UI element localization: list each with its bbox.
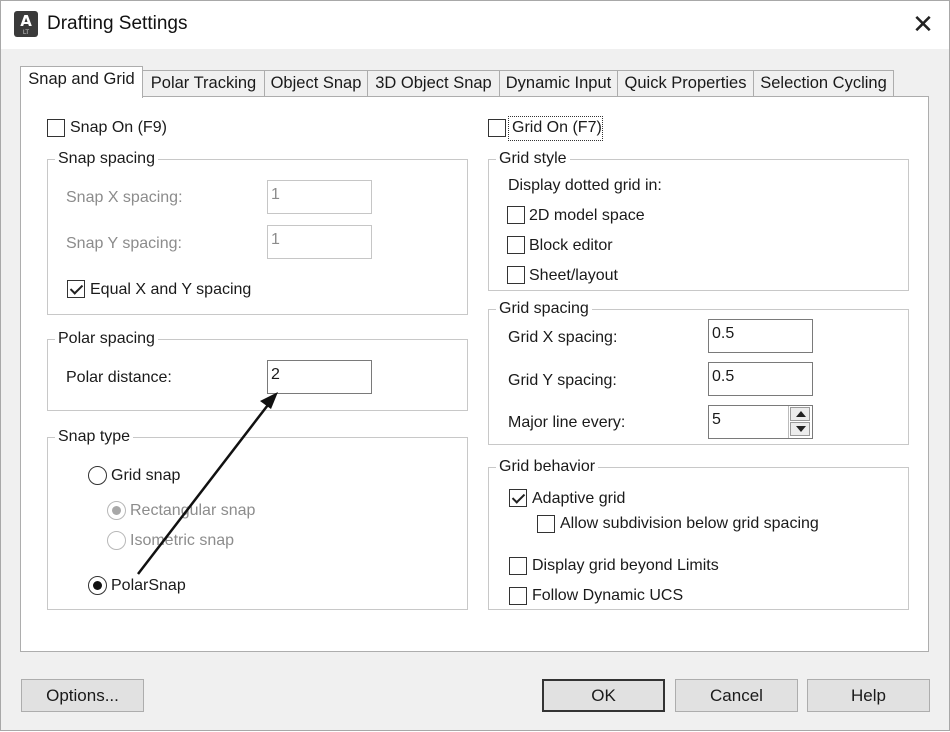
tab-polar-tracking[interactable]: Polar Tracking (142, 70, 265, 97)
follow-ucs-checkbox[interactable] (509, 587, 527, 605)
title-bar: A LT Drafting Settings ✕ (1, 1, 949, 49)
polar-distance-label: Polar distance: (66, 369, 172, 386)
close-icon[interactable]: ✕ (907, 9, 939, 41)
model-space-checkbox[interactable] (507, 206, 525, 224)
major-line-value: 5 (712, 411, 721, 428)
tab-selection-cycling[interactable]: Selection Cycling (753, 70, 894, 97)
subdivision-label: Allow subdivision below grid spacing (560, 515, 819, 532)
isometric-snap-radio[interactable] (107, 531, 126, 550)
polar-spacing-group: Polar spacing Polar distance: 2 (47, 329, 468, 411)
block-editor-label: Block editor (529, 237, 613, 254)
grid-y-input[interactable]: 0.5 (708, 362, 813, 396)
snap-on-label: Snap On (F9) (70, 119, 167, 136)
snap-y-label: Snap Y spacing: (66, 235, 182, 252)
grid-snap-label: Grid snap (111, 467, 181, 484)
arrow-up-icon (796, 411, 806, 417)
major-line-label: Major line every: (508, 414, 626, 431)
tab-object-snap[interactable]: Object Snap (264, 70, 368, 97)
model-space-label: 2D model space (529, 207, 645, 224)
cancel-button[interactable]: Cancel (675, 679, 798, 712)
isometric-snap-label: Isometric snap (130, 532, 235, 549)
drafting-settings-dialog: A LT Drafting Settings ✕ Snap and Grid Po… (0, 0, 950, 731)
grid-x-input[interactable]: 0.5 (708, 319, 813, 353)
snap-and-grid-page: Snap On (F9) Grid On (F7) Snap spacing S… (20, 96, 929, 652)
major-line-spinner (788, 406, 812, 438)
sheet-layout-label: Sheet/layout (529, 267, 618, 284)
tab-snap-and-grid[interactable]: Snap and Grid (20, 66, 143, 98)
spin-down-button[interactable] (790, 422, 810, 436)
sheet-layout-checkbox[interactable] (507, 266, 525, 284)
grid-behavior-group: Grid behavior Adaptive grid Allow subdiv… (488, 457, 909, 610)
tab-3d-object-snap[interactable]: 3D Object Snap (367, 70, 500, 97)
snap-x-input[interactable]: 1 (267, 180, 372, 214)
tab-quick-properties[interactable]: Quick Properties (617, 70, 754, 97)
follow-ucs-label: Follow Dynamic UCS (532, 587, 684, 604)
beyond-limits-label: Display grid beyond Limits (532, 557, 719, 574)
spin-up-button[interactable] (790, 407, 810, 421)
grid-style-caption: Display dotted grid in: (508, 177, 662, 194)
block-editor-checkbox[interactable] (507, 236, 525, 254)
grid-x-label: Grid X spacing: (508, 329, 618, 346)
beyond-limits-checkbox[interactable] (509, 557, 527, 575)
snap-on-checkbox[interactable] (47, 119, 65, 137)
snap-y-input[interactable]: 1 (267, 225, 372, 259)
grid-on-checkbox[interactable] (488, 119, 506, 137)
adaptive-grid-checkbox[interactable] (509, 489, 527, 507)
subdivision-checkbox[interactable] (537, 515, 555, 533)
snap-type-group: Snap type Grid snap Rectangular snap Iso… (47, 427, 468, 610)
window-title: Drafting Settings (47, 13, 188, 34)
polar-distance-input[interactable]: 2 (267, 360, 372, 394)
ok-button[interactable]: OK (542, 679, 665, 712)
snap-type-title: Snap type (55, 427, 134, 447)
tab-dynamic-input[interactable]: Dynamic Input (499, 70, 618, 97)
polar-spacing-title: Polar spacing (55, 329, 158, 349)
snap-spacing-group: Snap spacing Snap X spacing: 1 Snap Y sp… (47, 149, 468, 315)
grid-behavior-title: Grid behavior (496, 457, 599, 477)
grid-on-label: Grid On (F7) (512, 119, 602, 136)
equal-xy-checkbox[interactable] (67, 280, 85, 298)
help-button[interactable]: Help (807, 679, 930, 712)
rectangular-snap-radio[interactable] (107, 501, 126, 520)
grid-style-group: Grid style Display dotted grid in: 2D mo… (488, 149, 909, 291)
grid-style-title: Grid style (496, 149, 570, 169)
major-line-input[interactable]: 5 (708, 405, 813, 439)
grid-snap-radio[interactable] (88, 466, 107, 485)
equal-xy-label: Equal X and Y spacing (90, 281, 252, 298)
snap-spacing-title: Snap spacing (55, 149, 158, 169)
grid-spacing-group: Grid spacing Grid X spacing: 0.5 Grid Y … (488, 299, 909, 445)
polarsnap-radio[interactable] (88, 576, 107, 595)
grid-spacing-title: Grid spacing (496, 299, 592, 319)
grid-y-label: Grid Y spacing: (508, 372, 617, 389)
arrow-down-icon (796, 426, 806, 432)
options-button[interactable]: Options... (21, 679, 144, 712)
polarsnap-label: PolarSnap (111, 577, 186, 594)
adaptive-grid-label: Adaptive grid (532, 490, 626, 507)
snap-x-label: Snap X spacing: (66, 189, 183, 206)
rectangular-snap-label: Rectangular snap (130, 502, 256, 519)
autocad-app-icon: A LT (14, 11, 38, 37)
